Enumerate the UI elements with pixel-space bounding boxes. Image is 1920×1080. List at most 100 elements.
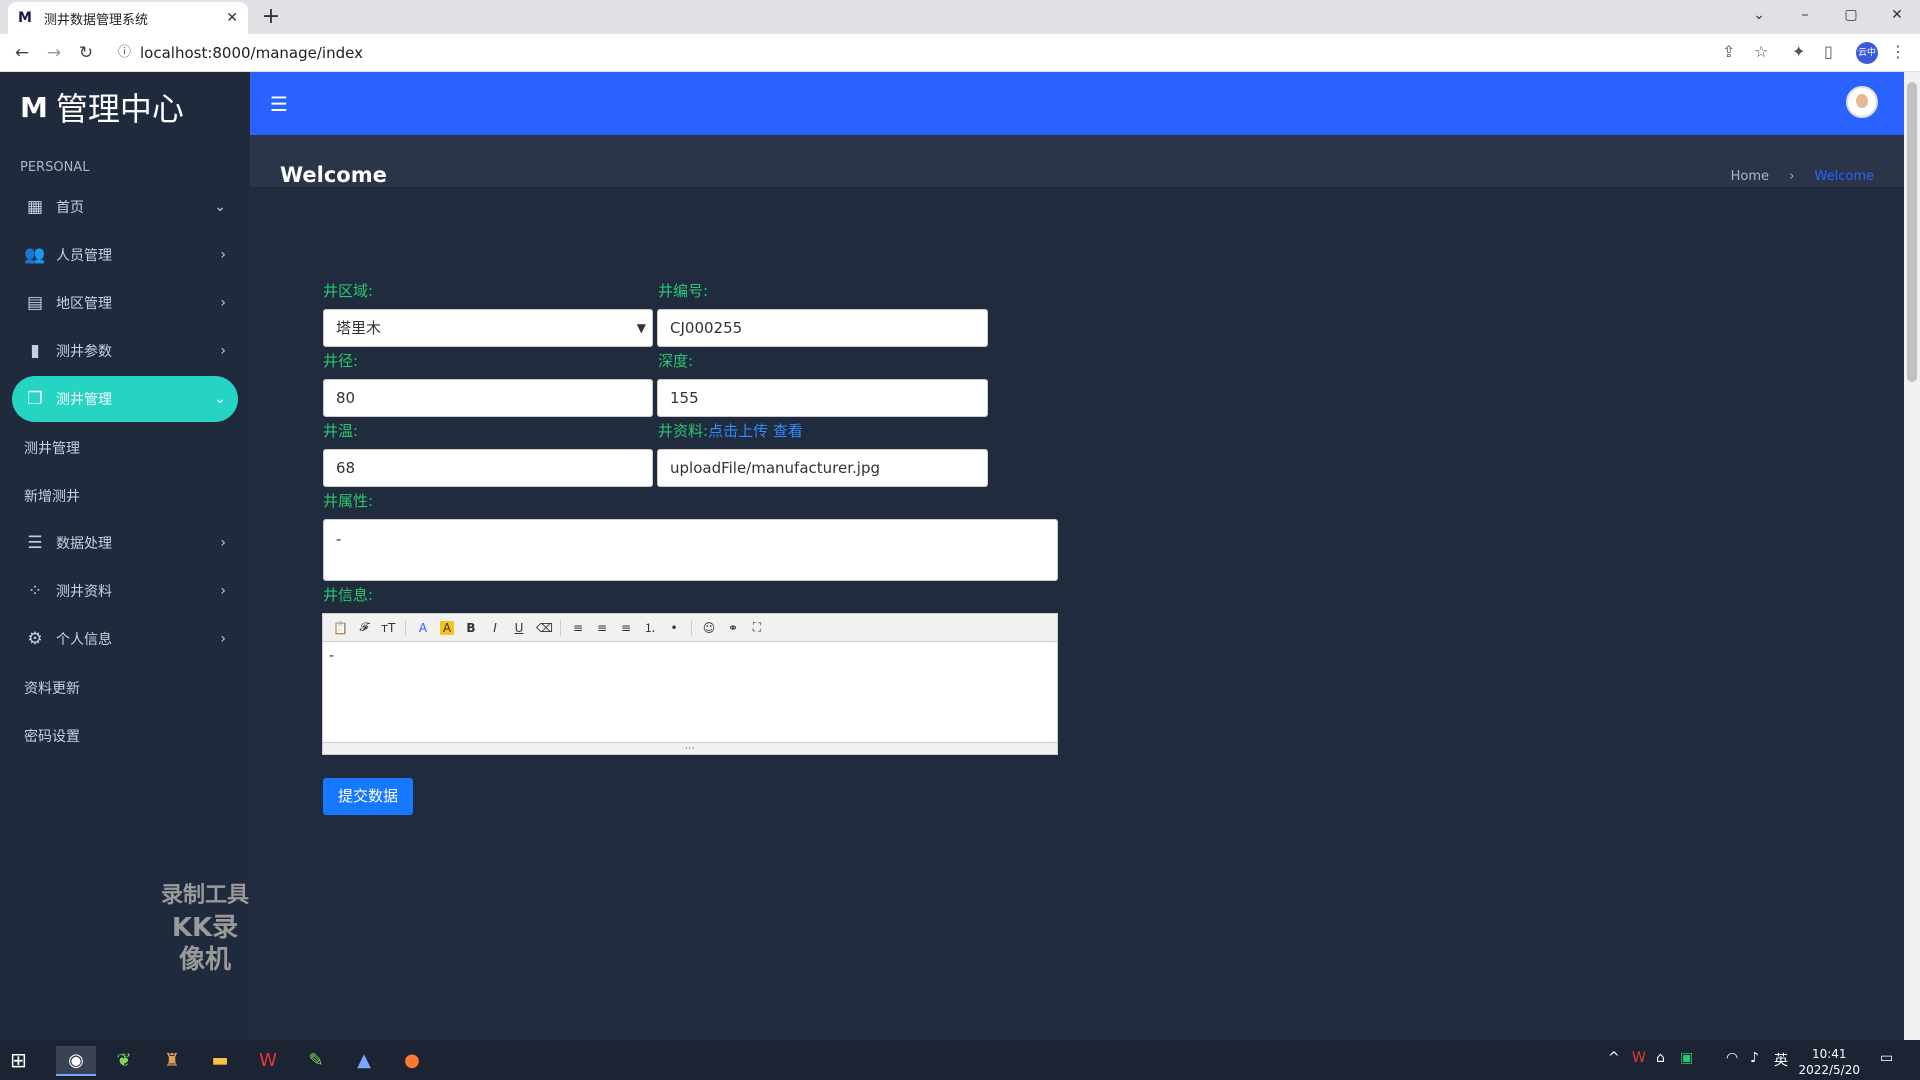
eraser-icon[interactable]: ⌫ <box>536 621 553 635</box>
windows-start-icon[interactable]: ⊞ <box>10 1048 27 1072</box>
area-select[interactable]: 塔里木 ▼ <box>323 309 653 347</box>
property-label: 井属性: <box>323 492 374 510</box>
notepad-icon[interactable]: ✎ <box>296 1046 336 1076</box>
leaf-app-icon[interactable]: ❦ <box>104 1046 144 1076</box>
browser-tab[interactable]: M 测井数据管理系统 ✕ <box>8 2 248 34</box>
depth-input[interactable]: 155 <box>657 379 988 417</box>
chevron-down-icon: ⌄ <box>214 391 226 407</box>
window-controls: ⌄ – ▢ ✕ <box>1736 0 1920 34</box>
url-input[interactable]: ⓘ localhost:8000/manage/index <box>110 38 1710 68</box>
tray-expand-icon[interactable]: ^ <box>1608 1050 1620 1066</box>
align-right-icon[interactable]: ≡ <box>619 621 633 635</box>
font-color-icon[interactable]: A <box>416 621 430 635</box>
sidebar-item-data-processing[interactable]: ☰ 数据处理 › <box>12 520 238 566</box>
sidebar-item-personal-info[interactable]: ⚙ 个人信息 › <box>12 616 238 662</box>
submit-button[interactable]: 提交数据 <box>323 778 413 815</box>
sidebar-item-logging-management[interactable]: ❐ 测井管理 ⌄ <box>12 376 238 422</box>
diameter-input[interactable]: 80 <box>323 379 653 417</box>
volume-icon[interactable]: ♪ <box>1750 1050 1759 1066</box>
back-arrow-icon[interactable]: ← <box>10 42 34 66</box>
property-textarea[interactable]: - <box>323 519 1058 581</box>
breadcrumb-home[interactable]: Home <box>1731 169 1769 184</box>
bookmark-star-icon[interactable]: ☆ <box>1754 42 1768 61</box>
close-window-button[interactable]: ✕ <box>1874 0 1920 34</box>
photos-icon[interactable]: ▲ <box>344 1046 384 1076</box>
clock[interactable]: 10:41 2022/5/20 <box>1798 1046 1860 1078</box>
sidebar-subitem-add-logging[interactable]: 新增测井 <box>24 486 80 506</box>
ime-indicator[interactable]: 英 <box>1774 1050 1788 1070</box>
view-link[interactable]: 查看 <box>773 422 803 440</box>
sidebar-item-label: 测井参数 <box>56 344 112 360</box>
game-app-icon[interactable]: ♜ <box>152 1046 192 1076</box>
italic-icon[interactable]: I <box>488 621 502 635</box>
editor-resize-handle[interactable]: ⋯ <box>323 742 1057 754</box>
unordered-list-icon[interactable]: • <box>667 621 681 635</box>
temperature-input[interactable]: 68 <box>323 449 653 487</box>
folder-icon[interactable]: ▬ <box>200 1046 240 1076</box>
chevron-right-icon: › <box>220 631 226 647</box>
highlight-color-icon[interactable]: A <box>440 620 454 635</box>
scrollbar-thumb[interactable] <box>1907 82 1917 382</box>
align-center-icon[interactable]: ≡ <box>595 621 609 635</box>
sidebar-item-regions[interactable]: ▤ 地区管理 › <box>12 280 238 326</box>
share-icon[interactable]: ⇪ <box>1722 42 1735 61</box>
sidebar-item-logging-params[interactable]: ▮ 测井参数 › <box>12 328 238 374</box>
network-icon[interactable]: ◠ <box>1726 1050 1738 1066</box>
sidebar-item-logging-data[interactable]: ⁘ 测井资料 › <box>12 568 238 614</box>
fullscreen-icon[interactable]: ⛶ <box>750 620 764 635</box>
restore-button[interactable]: ▢ <box>1828 0 1874 34</box>
emoji-icon[interactable]: ☺ <box>702 621 716 635</box>
code-input[interactable]: CJ000255 <box>657 309 988 347</box>
notification-icon[interactable]: ▭ <box>1880 1050 1893 1066</box>
site-info-icon[interactable]: ⓘ <box>118 38 131 68</box>
page-scrollbar[interactable] <box>1904 72 1920 1040</box>
editor-content[interactable]: - <box>323 642 1057 670</box>
gear-icon: ⚙ <box>27 629 43 649</box>
tray-app-icon[interactable]: ▣ <box>1680 1050 1693 1066</box>
bold-icon[interactable]: B <box>464 621 478 635</box>
menu-toggle-icon[interactable]: ☰ <box>270 92 288 116</box>
side-panel-icon[interactable]: ▯ <box>1824 42 1833 61</box>
sidebar-item-label: 测井管理 <box>56 392 112 408</box>
recorder-icon[interactable]: ● <box>392 1046 432 1076</box>
reload-icon[interactable]: ↻ <box>74 42 98 66</box>
paste-icon[interactable]: 📋 <box>333 621 348 635</box>
underline-icon[interactable]: U <box>512 621 526 635</box>
code-label: 井编号: <box>658 282 709 300</box>
tab-search-button[interactable]: ⌄ <box>1736 0 1782 34</box>
forward-arrow-icon[interactable]: → <box>42 42 66 66</box>
new-tab-button[interactable]: + <box>258 4 284 30</box>
browser-menu-icon[interactable]: ⋮ <box>1890 42 1906 61</box>
chrome-icon[interactable]: ◉ <box>56 1046 96 1076</box>
app-logo[interactable]: M 管理中心 <box>20 84 184 130</box>
file-path-input[interactable]: uploadFile/manufacturer.jpg <box>657 449 988 487</box>
recorder-watermark: 录制工具 KK录像机 <box>160 880 250 976</box>
sidebar-subitem-password[interactable]: 密码设置 <box>24 726 80 746</box>
ordered-list-icon[interactable]: ⒈ <box>643 619 657 636</box>
upload-link[interactable]: 点击上传 <box>708 422 768 440</box>
user-avatar[interactable] <box>1846 86 1878 118</box>
sidebar-item-home[interactable]: ▦ 首页 ⌄ <box>12 184 238 230</box>
font-family-icon[interactable]: 𝓕 <box>357 620 371 635</box>
extensions-icon[interactable]: ✦ <box>1792 42 1805 61</box>
close-tab-icon[interactable]: ✕ <box>226 10 238 26</box>
list-icon: ☰ <box>27 533 43 553</box>
browser-tab-strip: M 测井数据管理系统 ✕ + ⌄ – ▢ ✕ <box>0 0 1920 34</box>
tray-wps-icon[interactable]: W <box>1632 1050 1646 1066</box>
rich-text-editor[interactable]: 📋 𝓕 тT A A B I U ⌫ ≡ ≡ ≡ ⒈ • ☺ ⚭ ⛶ - ⋯ <box>322 613 1058 755</box>
sidebar-item-label: 人员管理 <box>56 248 112 264</box>
area-label: 井区域: <box>323 282 374 300</box>
sidebar: M 管理中心 PERSONAL ▦ 首页 ⌄ 👥 人员管理 › ▤ 地区管理 ›… <box>0 72 250 1040</box>
minimize-button[interactable]: – <box>1782 0 1828 34</box>
tray-tag-icon[interactable]: ⌂ <box>1656 1050 1665 1066</box>
sidebar-subitem-logging-list[interactable]: 测井管理 <box>24 438 80 458</box>
sidebar-subitem-profile-update[interactable]: 资料更新 <box>24 678 80 698</box>
breadcrumb-current: Welcome <box>1814 169 1874 184</box>
sidebar-item-users[interactable]: 👥 人员管理 › <box>12 232 238 278</box>
font-size-icon[interactable]: тT <box>381 621 395 635</box>
link-icon[interactable]: ⚭ <box>726 621 740 635</box>
profile-avatar[interactable]: 云中 <box>1856 42 1878 64</box>
dashboard-icon: ▦ <box>26 197 44 217</box>
align-left-icon[interactable]: ≡ <box>571 621 585 635</box>
wps-icon[interactable]: W <box>248 1046 288 1076</box>
